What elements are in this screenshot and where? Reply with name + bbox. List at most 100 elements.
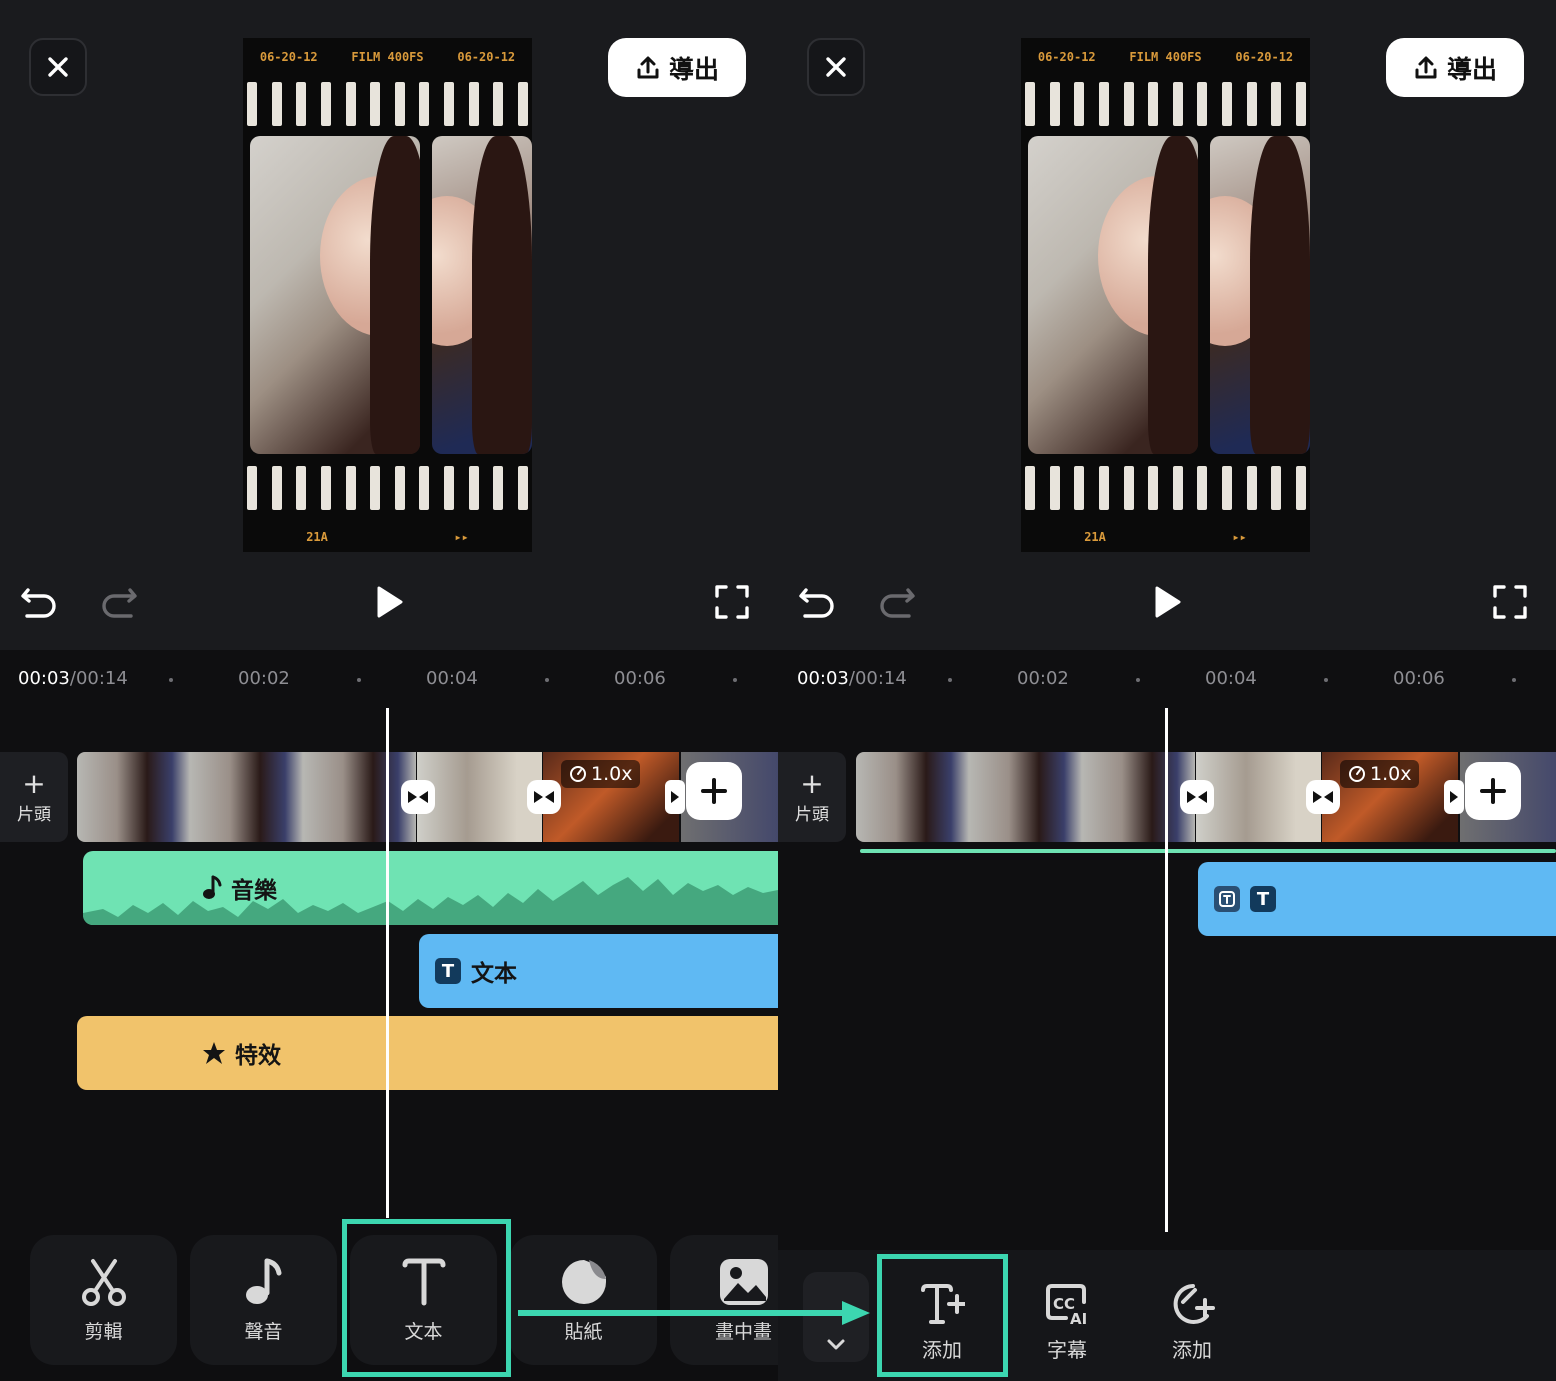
- export-button[interactable]: 導出: [1386, 38, 1524, 97]
- effect-track-label: 特效: [235, 1043, 281, 1069]
- subtool-label: 字幕: [1047, 1337, 1087, 1362]
- play-button[interactable]: [366, 580, 410, 624]
- template-text-icon: [1214, 886, 1240, 912]
- film-top-text: 06-20-12 FILM 400FS 06-20-12: [1037, 50, 1294, 64]
- add-clip-button[interactable]: [1465, 762, 1521, 820]
- speed-badge: 1.0x: [561, 760, 641, 788]
- redo-button[interactable]: [874, 580, 918, 624]
- playhead[interactable]: [1165, 708, 1168, 1232]
- undo-icon: [21, 588, 56, 618]
- transition-button[interactable]: [1306, 780, 1340, 814]
- film-sprockets-top: [1025, 82, 1306, 126]
- picture-in-picture-icon: [719, 1258, 768, 1305]
- export-label: 導出: [668, 54, 719, 84]
- redo-icon: [102, 588, 137, 618]
- close-icon: [826, 57, 846, 77]
- close-button[interactable]: [807, 38, 865, 96]
- pip-tool-button[interactable]: 畫中畫: [670, 1235, 778, 1365]
- music-note-icon: [245, 1258, 281, 1304]
- transition-button[interactable]: [401, 780, 435, 814]
- sticker-tool-button[interactable]: 貼紙: [510, 1235, 657, 1365]
- add-clip-button[interactable]: [686, 762, 742, 820]
- transition-button[interactable]: [1444, 780, 1464, 814]
- ai-caption-icon: CCAI: [1046, 1283, 1087, 1326]
- undo-icon: [799, 588, 834, 618]
- fullscreen-button[interactable]: [710, 580, 754, 624]
- plus-icon: [1480, 778, 1506, 804]
- fullscreen-icon: [1493, 585, 1527, 619]
- transition-button[interactable]: [1180, 780, 1214, 814]
- export-button[interactable]: 導出: [608, 38, 746, 97]
- text-track[interactable]: T: [1198, 862, 1556, 936]
- transition-icon: [1187, 791, 1207, 803]
- video-preview[interactable]: 06-20-12 FILM 400FS 06-20-12 21A ▸▸: [1021, 38, 1310, 552]
- fullscreen-icon: [715, 585, 749, 619]
- text-icon: T: [435, 958, 461, 984]
- time-ruler: 00:03/00:14 00:02 00:04 00:06: [778, 668, 1556, 692]
- fullscreen-button[interactable]: [1488, 580, 1532, 624]
- film-frame-left: [250, 136, 420, 454]
- play-icon: [1155, 586, 1181, 618]
- music-track-collapsed[interactable]: [860, 849, 1556, 853]
- film-frame-right: [432, 136, 532, 454]
- current-time: 00:03: [18, 668, 70, 689]
- preview-area: 06-20-12 FILM 400FS 06-20-12 21A ▸▸ 導出: [778, 0, 1556, 650]
- ruler-tick: 00:02: [238, 668, 290, 689]
- speed-icon: [1349, 766, 1365, 782]
- playhead[interactable]: [386, 708, 389, 1218]
- plus-icon: +: [800, 766, 824, 800]
- undo-button[interactable]: [18, 580, 62, 624]
- transition-button[interactable]: [527, 780, 561, 814]
- video-clip[interactable]: [1196, 752, 1321, 842]
- effect-track[interactable]: 特效: [77, 1016, 778, 1090]
- text-track[interactable]: T 文本: [419, 934, 778, 1008]
- music-note-icon: [203, 875, 222, 899]
- video-preview[interactable]: 06-20-12 FILM 400FS 06-20-12 21A ▸▸: [243, 38, 532, 552]
- svg-text:AI: AI: [1070, 1310, 1087, 1326]
- audio-tool-button[interactable]: 聲音: [190, 1235, 337, 1365]
- video-clip[interactable]: [856, 752, 1195, 842]
- music-track[interactable]: 音樂: [83, 851, 778, 925]
- transition-icon: [1313, 791, 1333, 803]
- plus-icon: +: [22, 766, 46, 800]
- speed-icon: [570, 766, 586, 782]
- ruler-tick: 00:04: [426, 668, 478, 689]
- upload-icon: [637, 56, 659, 78]
- time-ruler: 00:03/00:14 00:02 00:04 00:06: [0, 668, 778, 692]
- add-intro-button[interactable]: + 片頭: [778, 752, 846, 842]
- film-sprockets-bottom: [247, 466, 528, 510]
- play-button[interactable]: [1144, 580, 1188, 624]
- ai-caption-button[interactable]: CC AI 字幕: [1007, 1272, 1127, 1372]
- left-editor-screen: 06-20-12 FILM 400FS 06-20-12 21A ▸▸ 導出 0…: [0, 0, 778, 1381]
- transition-icon: [1450, 791, 1458, 803]
- video-clip[interactable]: [77, 752, 416, 842]
- film-bottom-text: 21A ▸▸: [306, 530, 469, 544]
- redo-button[interactable]: [96, 580, 140, 624]
- film-frame-left: [1028, 136, 1198, 454]
- upload-icon: [1415, 56, 1437, 78]
- close-icon: [48, 57, 68, 77]
- playback-controls: [778, 570, 1556, 634]
- edit-tool-button[interactable]: 剪輯: [30, 1235, 177, 1365]
- intro-label: 片頭: [17, 804, 51, 825]
- text-track-label: 文本: [471, 961, 517, 987]
- undo-button[interactable]: [796, 580, 840, 624]
- plus-icon: [701, 778, 727, 804]
- transition-button[interactable]: [665, 780, 685, 814]
- play-icon: [377, 586, 403, 618]
- redo-icon: [880, 588, 915, 618]
- film-top-text: 06-20-12 FILM 400FS 06-20-12: [259, 50, 516, 64]
- video-clip[interactable]: [417, 752, 542, 842]
- playback-controls: [0, 570, 778, 634]
- add-intro-button[interactable]: + 片頭: [0, 752, 68, 842]
- ruler-tick: 00:06: [614, 668, 666, 689]
- film-sprockets-bottom: [1025, 466, 1306, 510]
- close-button[interactable]: [29, 38, 87, 96]
- transition-icon: [534, 791, 554, 803]
- add-template-button[interactable]: 添加: [1132, 1272, 1252, 1372]
- film-bottom-text: 21A ▸▸: [1084, 530, 1247, 544]
- transition-icon: [671, 791, 679, 803]
- export-label: 導出: [1446, 54, 1497, 84]
- music-track-label: 音樂: [231, 878, 277, 904]
- scissors-icon: [81, 1258, 126, 1306]
